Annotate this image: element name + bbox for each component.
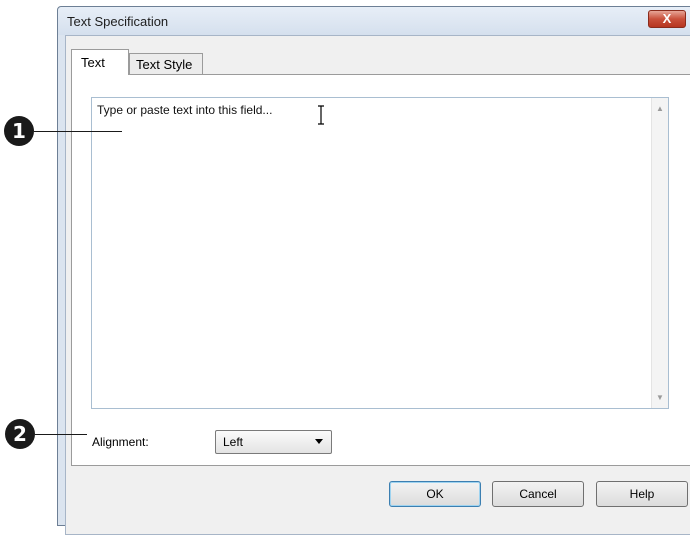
callout-2-leader-line bbox=[35, 434, 87, 435]
callout-2-badge: 2 bbox=[5, 419, 35, 449]
callout-1-badge: 1 bbox=[4, 116, 34, 146]
cancel-button[interactable]: Cancel bbox=[492, 481, 584, 507]
tab-text-label: Text bbox=[81, 55, 105, 70]
tab-text-style-label: Text Style bbox=[136, 57, 193, 72]
alignment-label: Alignment: bbox=[92, 435, 149, 449]
text-field-scrollbar[interactable]: ▲ ▼ bbox=[651, 98, 668, 408]
title-bar[interactable]: Text Specification X bbox=[58, 7, 690, 35]
scroll-down-arrow-icon[interactable]: ▼ bbox=[656, 393, 664, 402]
text-specification-dialog: Text Specification X Text Text Style Typ… bbox=[57, 6, 690, 535]
text-field-placeholder: Type or paste text into this field... bbox=[97, 103, 273, 117]
alignment-selected-value: Left bbox=[223, 435, 244, 449]
dialog-client-area: Text Text Style Type or paste text into … bbox=[65, 35, 690, 535]
scroll-up-arrow-icon[interactable]: ▲ bbox=[656, 104, 664, 113]
alignment-dropdown[interactable]: Left bbox=[215, 430, 332, 454]
tab-panel: Type or paste text into this field... ▲ … bbox=[71, 74, 690, 466]
text-input-field[interactable]: Type or paste text into this field... ▲ … bbox=[91, 97, 669, 409]
tab-text-style[interactable]: Text Style bbox=[129, 53, 203, 75]
help-button[interactable]: Help bbox=[596, 481, 688, 507]
chevron-down-icon bbox=[315, 439, 323, 444]
close-button[interactable]: X bbox=[648, 10, 686, 28]
ok-button[interactable]: OK bbox=[389, 481, 481, 507]
text-cursor-icon bbox=[318, 105, 324, 125]
dialog-title: Text Specification bbox=[67, 14, 169, 29]
close-icon: X bbox=[662, 11, 672, 26]
callout-1-leader-line bbox=[34, 131, 122, 132]
tab-text[interactable]: Text bbox=[71, 49, 129, 75]
